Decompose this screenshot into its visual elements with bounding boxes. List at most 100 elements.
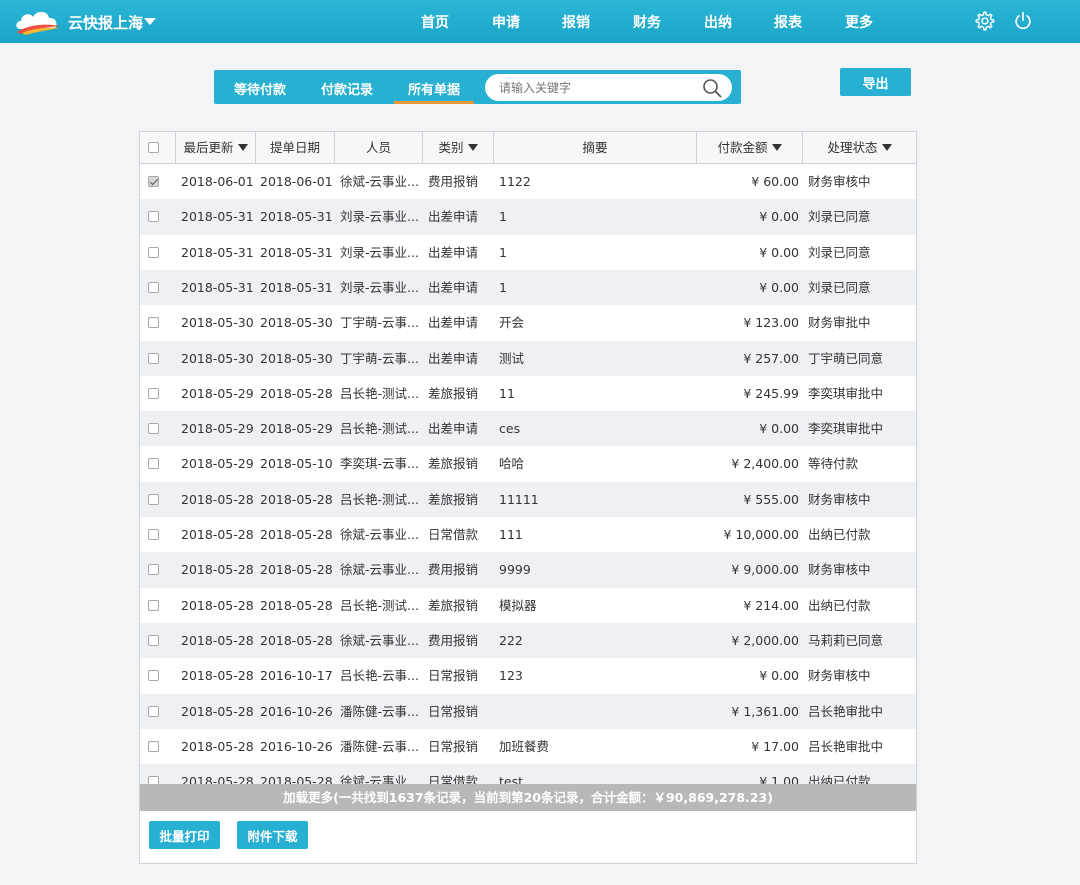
search-icon[interactable] <box>701 77 723 99</box>
table-row[interactable]: 2018-05-29 2018-05-29 吕长艳-测试... 出差申请 ces ¥ 0.… <box>140 411 916 447</box>
row-checkbox[interactable] <box>148 529 159 540</box>
table-row[interactable]: 2018-05-28 2016-10-26 潘陈健-云事... 日常报销 ¥ 1,361… <box>140 693 916 729</box>
header-summary: 摘要 <box>494 132 697 163</box>
power-icon[interactable] <box>1012 10 1034 32</box>
cell-last-updated: 2018-05-28 <box>181 738 254 754</box>
cell-type: 差旅报销 <box>428 385 479 401</box>
cell-type: 费用报销 <box>428 174 479 189</box>
cell-submit-date: 2018-05-10 <box>260 456 333 472</box>
table-row[interactable]: 2018-05-29 2018-05-10 李奕琪-云事... 差旅报销 哈哈 ¥ 2,4… <box>140 446 916 481</box>
row-checkbox[interactable] <box>148 564 159 576</box>
row-checkbox[interactable] <box>148 776 159 784</box>
nav-reports[interactable]: 报表 <box>774 12 802 32</box>
header-status[interactable]: 处理状态 <box>803 132 916 163</box>
table-row[interactable]: 2018-05-29 2018-05-28 吕长艳-测试... 差旅报销 11 ¥ 245… <box>140 376 916 411</box>
table-row[interactable]: 2018-05-30 2018-05-30 丁宇萌-云事... 出差申请 开会 ¥ 123… <box>140 305 916 340</box>
cell-status: 出纳已付款 <box>808 597 871 613</box>
cell-submit-date: 2018-06-01 <box>260 174 333 189</box>
cell-amount: ¥ 0.00 <box>759 279 799 295</box>
cell-submit-date: 2018-05-28 <box>260 385 333 401</box>
row-checkbox[interactable] <box>148 246 159 258</box>
sort-caret-icon <box>771 144 782 151</box>
attachment-download-button[interactable]: 附件下载 <box>237 821 308 849</box>
table-row[interactable]: 2018-05-28 2018-05-28 徐斌-云事业... 费用报销 222 ¥ 2,… <box>140 622 916 659</box>
cell-status: 刘录已同意 <box>808 209 871 225</box>
table-row[interactable]: 2018-05-28 2018-05-28 徐斌-云事业... 日常借款 111 ¥ 10… <box>140 517 916 552</box>
search-input[interactable] <box>499 79 694 97</box>
row-checkbox[interactable] <box>148 634 159 646</box>
cell-submit-date: 2018-05-28 <box>260 632 333 648</box>
header-type[interactable]: 类别 <box>423 132 494 163</box>
chevron-down-icon[interactable] <box>144 18 156 25</box>
cell-amount: ¥ 257.00 <box>743 350 799 366</box>
table-row[interactable]: 2018-05-28 2018-05-28 吕长艳-测试... 差旅报销 11111 ¥ … <box>140 481 916 517</box>
top-nav-bar: 云快报上海 首页 申请 报销 财务 出纳 报表 更多 <box>0 0 1080 43</box>
table-row[interactable]: 2018-05-28 2018-05-28 徐斌-云事业... 日常借款 test ¥ 1… <box>140 764 916 784</box>
tab-payment-records[interactable]: 付款记录 <box>321 79 373 98</box>
row-checkbox[interactable] <box>148 211 159 223</box>
row-checkbox[interactable] <box>148 599 159 611</box>
table-row[interactable]: 2018-05-31 2018-05-31 刘录-云事业... 出差申请 1 ¥ 0.00… <box>140 199 916 235</box>
cell-last-updated: 2018-05-28 <box>181 703 254 719</box>
cell-person: 徐斌-云事业... <box>340 527 419 542</box>
cell-last-updated: 2018-05-31 <box>181 244 254 260</box>
nav-apply[interactable]: 申请 <box>492 12 520 32</box>
row-checkbox[interactable] <box>148 493 159 505</box>
table-row[interactable]: 2018-05-28 2018-05-28 徐斌-云事业... 费用报销 9999 ¥ 9… <box>140 552 916 588</box>
brand-name[interactable]: 云快报上海 <box>68 12 143 33</box>
table-row[interactable]: 2018-05-31 2018-05-31 刘录-云事业... 出差申请 1 ¥ 0.00… <box>140 235 916 270</box>
cell-summary: 11 <box>499 385 515 401</box>
cell-type: 费用报销 <box>428 632 479 648</box>
cell-type: 出差申请 <box>428 209 479 225</box>
table-row[interactable]: 2018-05-28 2018-05-28 吕长艳-测试... 差旅报销 模拟器 ¥ 21… <box>140 588 916 623</box>
cell-person: 徐斌-云事业... <box>340 632 419 648</box>
row-checkbox[interactable] <box>148 317 159 329</box>
cell-summary <box>499 694 694 729</box>
row-checkbox[interactable] <box>148 740 159 752</box>
cell-last-updated: 2018-05-31 <box>181 279 254 295</box>
cell-last-updated: 2018-05-28 <box>181 632 254 648</box>
cell-submit-date: 2018-05-31 <box>260 209 333 225</box>
cell-status: 财务审核中 <box>808 562 871 578</box>
nav-reimburse[interactable]: 报销 <box>562 12 590 32</box>
cell-type: 差旅报销 <box>428 491 479 507</box>
documents-panel: 最后更新 提单日期 人员 类别 摘要 付款金额 处理状态 2018-06-01 2… <box>139 131 917 864</box>
gear-icon[interactable] <box>973 10 995 32</box>
row-checkbox[interactable] <box>148 352 159 364</box>
row-checkbox[interactable] <box>148 387 159 399</box>
table-row[interactable]: 2018-05-30 2018-05-30 丁宇萌-云事... 出差申请 测试 ¥ 257… <box>140 340 916 376</box>
cell-last-updated: 2018-05-29 <box>181 421 254 437</box>
cloud-logo[interactable] <box>14 7 62 35</box>
table-row[interactable]: 2018-06-01 2018-06-01 徐斌-云事业... 费用报销 1122 ¥ 6… <box>140 164 916 199</box>
nav-finance[interactable]: 财务 <box>633 12 661 32</box>
cell-person: 刘录-云事业... <box>340 279 419 295</box>
row-checkbox[interactable] <box>148 281 159 293</box>
table-row[interactable]: 2018-05-31 2018-05-31 刘录-云事业... 出差申请 1 ¥ 0.00… <box>140 269 916 306</box>
filter-caret-icon <box>881 144 892 151</box>
nav-home[interactable]: 首页 <box>421 12 449 32</box>
table-row[interactable]: 2018-05-28 2016-10-26 潘陈健-云事... 日常报销 加班餐费 ¥ 1… <box>140 729 916 764</box>
filter-caret-icon <box>467 144 478 151</box>
load-more-bar[interactable]: 加载更多(一共找到1637条记录，当前到第20条记录，合计金额：￥90,869,… <box>140 784 916 811</box>
cell-type: 费用报销 <box>428 562 479 578</box>
batch-print-button[interactable]: 批量打印 <box>149 821 220 849</box>
row-checkbox[interactable] <box>148 176 159 187</box>
tab-all-documents[interactable]: 所有单据 <box>408 79 460 98</box>
select-all-checkbox[interactable] <box>148 142 159 153</box>
nav-more[interactable]: 更多 <box>845 12 873 32</box>
cell-person: 刘录-云事业... <box>340 209 419 225</box>
nav-cashier[interactable]: 出纳 <box>704 12 732 32</box>
tab-pending-payment[interactable]: 等待付款 <box>234 79 286 98</box>
cell-submit-date: 2018-05-30 <box>260 350 333 366</box>
export-button[interactable]: 导出 <box>840 68 911 96</box>
table-row[interactable]: 2018-05-28 2016-10-17 吕长艳-云事... 日常报销 123 ¥ 0.… <box>140 658 916 693</box>
row-checkbox[interactable] <box>148 670 159 682</box>
row-checkbox[interactable] <box>148 705 159 717</box>
row-checkbox[interactable] <box>148 458 159 470</box>
row-checkbox[interactable] <box>148 423 159 435</box>
cell-type: 日常报销 <box>428 668 479 684</box>
cell-last-updated: 2018-05-28 <box>181 491 254 507</box>
header-amount[interactable]: 付款金额 <box>697 132 803 163</box>
header-last-updated[interactable]: 最后更新 <box>176 132 256 163</box>
cell-person: 李奕琪-云事... <box>340 456 419 472</box>
